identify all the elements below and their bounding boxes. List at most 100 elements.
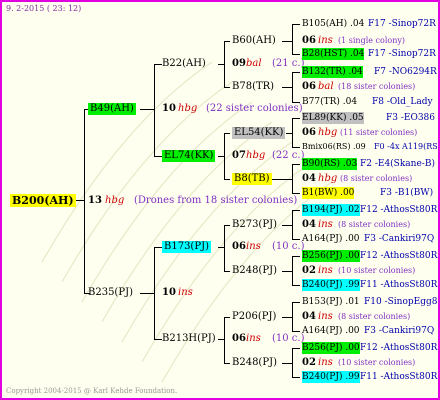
sire-year: 10 [162,103,176,114]
l3-b2-tag: hbg [318,173,338,184]
l4-left[interactable]: B132(TR) .04 [302,66,363,78]
l4-left[interactable]: B77(TR) .04 [302,96,357,108]
l3-a2-note: (18 sister colonies) [338,82,416,91]
l4-left[interactable]: A164(PJ) .00 [302,233,360,245]
connector [224,363,230,364]
connector [224,225,225,271]
l3-a1-year: 06 [302,35,316,46]
l4-right: F17 -Sinop72R [368,49,436,59]
l4-right: F11 -AthosSt80R [360,280,438,290]
l4-left[interactable]: B194(PJ) .02 [302,204,360,216]
l4-left[interactable]: EL89(KK) .05 [302,112,364,124]
connector [292,239,300,240]
l2-b-id[interactable]: EL74(KK) [162,150,216,162]
connector [292,118,293,147]
l3-c2-year: 02 [302,265,316,276]
l3-c1-id[interactable]: B273(PJ) [232,219,277,231]
pedigree-frame: 9. 2-2015 ( 23: 12) B200(AH) 13 hbg (Dro… [0,0,440,400]
l3-a2-tag: bal [318,81,334,92]
sire-queen-id[interactable]: B49(AH) [88,103,136,115]
connector [154,64,155,156]
connector [292,302,293,331]
l2-d-tag: ins [246,333,261,344]
connector [224,271,230,272]
l3-d1-year: 04 [302,311,316,322]
l4-left[interactable]: B256(PJ) .00 [302,250,360,262]
l4-left[interactable]: B28(HST) .04 [302,48,365,60]
l2-a-year: 09 [232,58,246,69]
connector [224,87,230,88]
l2-d-note: (10 c.) [272,333,305,344]
connector [282,271,292,272]
dam-queen-id[interactable]: B235(PJ) [88,287,133,299]
connector [292,302,300,303]
header-date: 9. 2-2015 ( 23: 12) [6,4,82,13]
connector [154,64,162,65]
l3-a2-id[interactable]: B78(TR) [232,81,274,93]
connector [292,54,300,55]
l3-c2-id[interactable]: B248(PJ) [232,265,277,277]
l2-a-id[interactable]: B22(AH) [162,58,206,70]
connector [154,247,155,339]
l2-a-note: (21 c.) [272,58,305,69]
connector [292,377,300,378]
l3-d2-year: 02 [302,357,316,368]
connector [282,225,292,226]
l3-d2-tag: ins [318,357,333,368]
l3-a2-year: 06 [302,81,316,92]
connector [292,164,300,165]
dam-tag: ins [178,287,193,298]
connector [154,339,162,340]
connector [292,348,300,349]
l4-right: F3 -EO386 [386,113,435,123]
connector [292,164,293,193]
l3-b2-id[interactable]: B8(TB) [232,173,272,185]
root-year: 13 [88,195,102,206]
l3-c1-tag: ins [318,219,333,230]
connector [292,147,300,148]
l3-a1-tag: ins [318,35,333,46]
l3-d2-id[interactable]: B248(PJ) [232,357,277,369]
l4-right: F12 -AthosSt80R [360,343,438,353]
l4-right: F10 -SinopEgg86R [364,297,438,307]
l3-a1-id[interactable]: B60(AH) [232,35,276,47]
connector [224,317,230,318]
connector [154,156,162,157]
l3-b1-year: 06 [302,127,316,138]
root-queen-id[interactable]: B200(AH) [10,194,76,207]
l4-right: F12 -AthosSt80R [360,251,438,261]
l4-left[interactable]: B240(PJ) .99 [302,371,360,383]
l4-left[interactable]: B256(PJ) .00 [302,342,360,354]
l2-d-id[interactable]: B213H(PJ) [162,333,216,345]
connector [292,348,293,377]
l3-d1-id[interactable]: P206(PJ) [232,311,276,323]
l4-left[interactable]: B90(RS) .03 [302,158,358,170]
l2-b-note: (22 c.) [272,150,305,161]
l2-a-tag: bal [246,58,262,69]
l4-left[interactable]: B240(PJ) .99 [302,279,360,291]
connector [292,210,300,211]
l4-right: F3 -B1(BW) [380,188,434,198]
connector [292,118,300,119]
l4-left[interactable]: A164(PJ) .00 [302,325,360,337]
l2-c-id[interactable]: B173(PJ) [162,241,211,253]
l3-c2-note: (10 sister colonies) [338,266,416,275]
l4-left[interactable]: B1(BW) .00 [302,187,355,199]
dam-year: 10 [162,287,176,298]
l2-c-year: 06 [232,241,246,252]
l4-left[interactable]: B153(PJ) .01 [302,296,360,308]
connector [272,179,292,180]
l3-c2-tag: ins [318,265,333,276]
l4-right: F11 -AthosSt80R [360,372,438,382]
l4-right: F7 -NO6294R [374,67,437,77]
l3-b2-year: 04 [302,173,316,184]
l2-b-year: 07 [232,150,246,161]
l3-b1-note: (11 sister colonies) [340,128,418,137]
connector [292,24,300,25]
connector [84,109,85,294]
l4-right: F3 -Cankiri97Q [364,326,435,336]
l4-left[interactable]: Bmix06(RS) .09 [302,141,366,153]
l4-left[interactable]: B105(AH) .04 [302,18,364,30]
l3-b1-id[interactable]: EL54(KK) [232,127,286,139]
l2-b-tag: hbg [246,150,266,161]
